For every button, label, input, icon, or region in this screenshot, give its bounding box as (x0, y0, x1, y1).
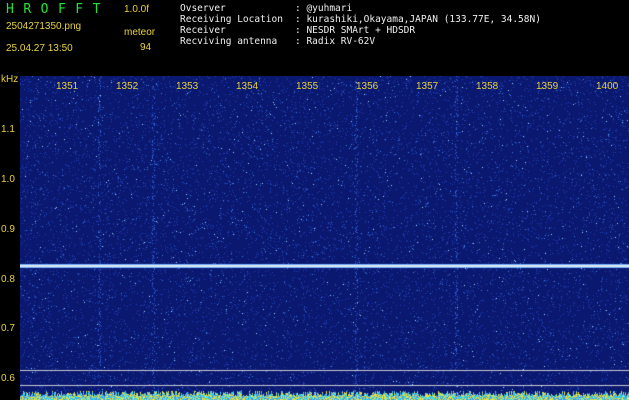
info-row-receiver: Receiver : NESDR SMArt + HDSDR (180, 25, 541, 36)
info-label: Ovserver (180, 3, 226, 14)
app-title: HROFFT (6, 2, 110, 17)
y-tick: 0.7 (1, 323, 15, 334)
spectrogram-canvas[interactable] (20, 76, 629, 400)
date-time: 25.04.27 13:50 (6, 43, 73, 54)
info-row-observer: Ovserver : @yuhmari (180, 3, 541, 14)
meteor-count: 94 (140, 42, 152, 53)
app-version: 1.0.0f (124, 4, 150, 15)
x-tick: 1355 (296, 81, 319, 92)
info-label: Receiving Location (180, 14, 283, 25)
mode-label: meteor (124, 27, 156, 38)
x-tick: 1351 (56, 81, 79, 92)
info-row-antenna: Recviving antenna : Radix RV-62V (180, 36, 541, 47)
x-tick: 1358 (476, 81, 499, 92)
info-label: Recviving antenna (180, 36, 278, 47)
info-value: : @yuhmari (295, 3, 353, 14)
y-tick: 0.9 (1, 224, 15, 235)
y-tick: 1.0 (1, 174, 15, 185)
x-tick: 1354 (236, 81, 259, 92)
info-value: : kurashiki,Okayama,JAPAN (133.77E, 34.5… (295, 14, 541, 25)
y-tick: 0.6 (1, 373, 15, 384)
x-tick: 1353 (176, 81, 199, 92)
file-name: 2504271350.png (6, 21, 82, 32)
y-tick: 1.1 (1, 124, 15, 135)
info-value: : NESDR SMArt + HDSDR (295, 25, 416, 36)
spectrogram[interactable] (20, 76, 629, 400)
y-tick: 0.8 (1, 274, 15, 285)
x-tick: 1400 (596, 81, 619, 92)
info-label: Receiver (180, 25, 226, 36)
x-tick: 1359 (536, 81, 559, 92)
x-tick: 1352 (116, 81, 139, 92)
y-axis-unit: kHz (1, 74, 19, 85)
info-row-location: Receiving Location : kurashiki,Okayama,JA… (180, 14, 541, 25)
x-tick: 1356 (356, 81, 379, 92)
info-value: : Radix RV-62V (295, 36, 376, 47)
header: HROFFT 1.0.0f 2504271350.png meteor 25.0… (0, 0, 629, 75)
x-tick: 1357 (416, 81, 439, 92)
station-info: Ovserver : @yuhmari Receiving Location : k… (180, 3, 541, 47)
